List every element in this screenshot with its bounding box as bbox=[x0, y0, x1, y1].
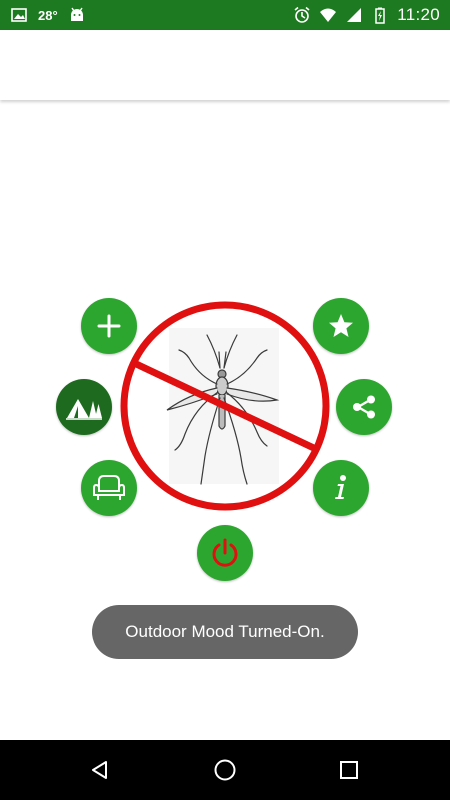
no-mosquito-icon[interactable] bbox=[119, 300, 331, 512]
home-icon bbox=[214, 759, 236, 781]
recents-button[interactable] bbox=[319, 740, 379, 800]
share-icon bbox=[353, 395, 375, 419]
image-icon bbox=[10, 6, 28, 24]
android-icon bbox=[68, 6, 86, 24]
clock: 11:20 bbox=[397, 5, 440, 24]
home-button[interactable] bbox=[195, 740, 255, 800]
battery-icon bbox=[371, 6, 389, 24]
signal-icon bbox=[345, 6, 363, 24]
recents-icon bbox=[340, 761, 358, 779]
info-icon bbox=[335, 475, 346, 499]
power-icon bbox=[212, 538, 238, 567]
back-icon bbox=[92, 761, 107, 779]
share-button[interactable] bbox=[336, 379, 392, 435]
status-bar: 28° 11:20 bbox=[0, 0, 450, 30]
power-button[interactable] bbox=[197, 525, 253, 581]
camp-tent-icon bbox=[66, 399, 102, 420]
star-icon bbox=[329, 314, 353, 337]
navigation-bar bbox=[0, 740, 450, 800]
temperature: 28° bbox=[38, 7, 58, 23]
outdoor-mode-button[interactable] bbox=[56, 379, 112, 435]
wifi-icon bbox=[319, 6, 337, 24]
app-bar bbox=[0, 30, 450, 100]
toast-text: Outdoor Mood Turned-On. bbox=[125, 622, 325, 641]
back-button[interactable] bbox=[70, 740, 130, 800]
toast-message: Outdoor Mood Turned-On. bbox=[92, 605, 358, 659]
alarm-icon bbox=[293, 6, 311, 24]
